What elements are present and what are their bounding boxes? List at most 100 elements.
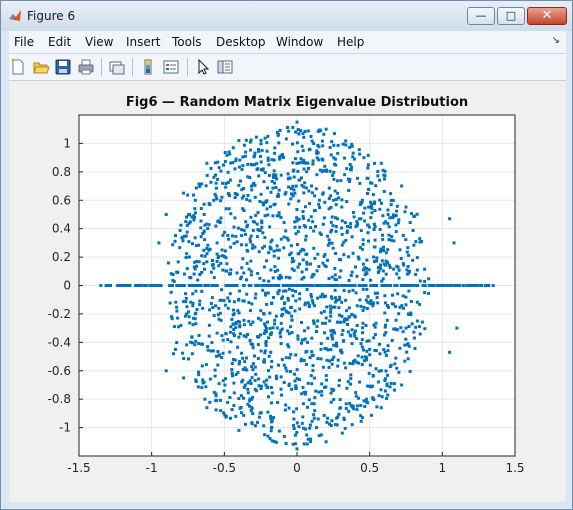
data-point [367, 205, 371, 209]
data-point [369, 278, 372, 282]
data-point [354, 265, 357, 269]
data-point [371, 304, 375, 308]
data-point [265, 385, 269, 389]
data-point [200, 364, 204, 368]
title-bar[interactable]: Figure 6 — □ ✕ [1, 1, 572, 31]
minimize-button[interactable]: — [467, 7, 495, 25]
data-point [237, 139, 241, 143]
data-point [333, 305, 337, 309]
chevron-right-icon[interactable]: ↘ [552, 35, 560, 46]
data-point [338, 313, 341, 317]
data-point [227, 193, 231, 197]
link-plot-icon[interactable] [108, 58, 126, 76]
data-point [247, 267, 251, 271]
data-point [333, 132, 336, 136]
minimize-icon: — [475, 9, 487, 22]
data-point [406, 342, 410, 346]
data-point [301, 415, 305, 419]
new-figure-icon[interactable] [9, 58, 27, 76]
data-point [385, 318, 389, 322]
data-point [404, 303, 408, 307]
menu-insert[interactable]: Insert [126, 35, 160, 49]
menu-desktop[interactable]: Desktop [216, 35, 266, 49]
data-point [265, 207, 269, 211]
menu-bar: File Edit View Insert Tools Desktop Wind… [9, 31, 566, 54]
data-point [185, 230, 189, 234]
data-point [285, 369, 289, 373]
data-point [241, 155, 245, 159]
data-point [193, 207, 197, 211]
data-point [242, 413, 246, 417]
data-point [196, 385, 200, 389]
pointer-icon[interactable] [194, 58, 212, 76]
data-point [289, 352, 293, 356]
data-point [295, 447, 299, 451]
data-point [288, 176, 292, 180]
data-point [259, 333, 263, 337]
open-file-icon[interactable] [32, 58, 50, 76]
data-point [250, 365, 254, 368]
data-point [311, 364, 315, 368]
property-editor-icon[interactable] [216, 58, 234, 76]
data-point [320, 389, 324, 393]
data-point [289, 325, 293, 329]
toolbar-separator [132, 58, 133, 76]
data-point [297, 132, 301, 136]
data-point [263, 214, 267, 218]
data-point [414, 240, 418, 244]
data-point [284, 137, 288, 141]
y-tick-label: -0.4 [48, 335, 71, 349]
data-point [220, 288, 224, 292]
data-point [347, 180, 351, 183]
data-point [326, 234, 329, 238]
close-button[interactable]: ✕ [527, 7, 567, 25]
data-point [263, 136, 267, 140]
data-point [229, 325, 233, 329]
data-point [194, 186, 198, 190]
data-point [193, 312, 197, 316]
data-point [404, 238, 408, 242]
data-point [371, 193, 375, 197]
data-point [224, 332, 228, 336]
data-point [386, 373, 390, 377]
insert-colorbar-icon[interactable] [139, 58, 157, 76]
menu-edit[interactable]: Edit [48, 35, 71, 49]
maximize-button[interactable]: □ [497, 7, 525, 25]
data-point [237, 397, 241, 401]
data-point [267, 395, 270, 399]
data-point [232, 381, 236, 385]
data-point [331, 246, 335, 250]
menu-window[interactable]: Window [276, 35, 323, 49]
data-point [400, 184, 404, 188]
data-point [374, 367, 378, 371]
insert-legend-icon[interactable] [162, 58, 180, 76]
scatter-plot[interactable]: -1.5 -1 -0.5 0 0.5 1 1.5 -1 -0.8 -0.6 -0.4 -0.2 0 0.2… [9, 81, 566, 502]
data-point [275, 214, 279, 218]
data-point [354, 291, 358, 295]
data-point [270, 179, 274, 183]
data-point [356, 354, 360, 358]
data-point [378, 352, 382, 356]
menu-help[interactable]: Help [337, 35, 364, 49]
data-point [381, 269, 385, 273]
data-point [327, 241, 331, 245]
data-point [258, 415, 261, 419]
data-point [226, 181, 230, 184]
data-point [253, 195, 257, 199]
data-point [418, 279, 422, 283]
data-point [349, 382, 352, 386]
save-icon[interactable] [54, 58, 72, 76]
data-point [344, 407, 348, 410]
data-point [184, 256, 188, 259]
data-point [276, 292, 280, 296]
data-point [413, 347, 417, 350]
data-point [330, 362, 334, 366]
menu-view[interactable]: View [85, 35, 113, 49]
menu-tools[interactable]: Tools [172, 35, 202, 49]
data-point [202, 230, 206, 234]
data-point [313, 209, 316, 213]
menu-file[interactable]: File [14, 35, 34, 49]
data-point [175, 270, 179, 274]
data-point [224, 414, 228, 418]
print-icon[interactable] [77, 58, 95, 76]
